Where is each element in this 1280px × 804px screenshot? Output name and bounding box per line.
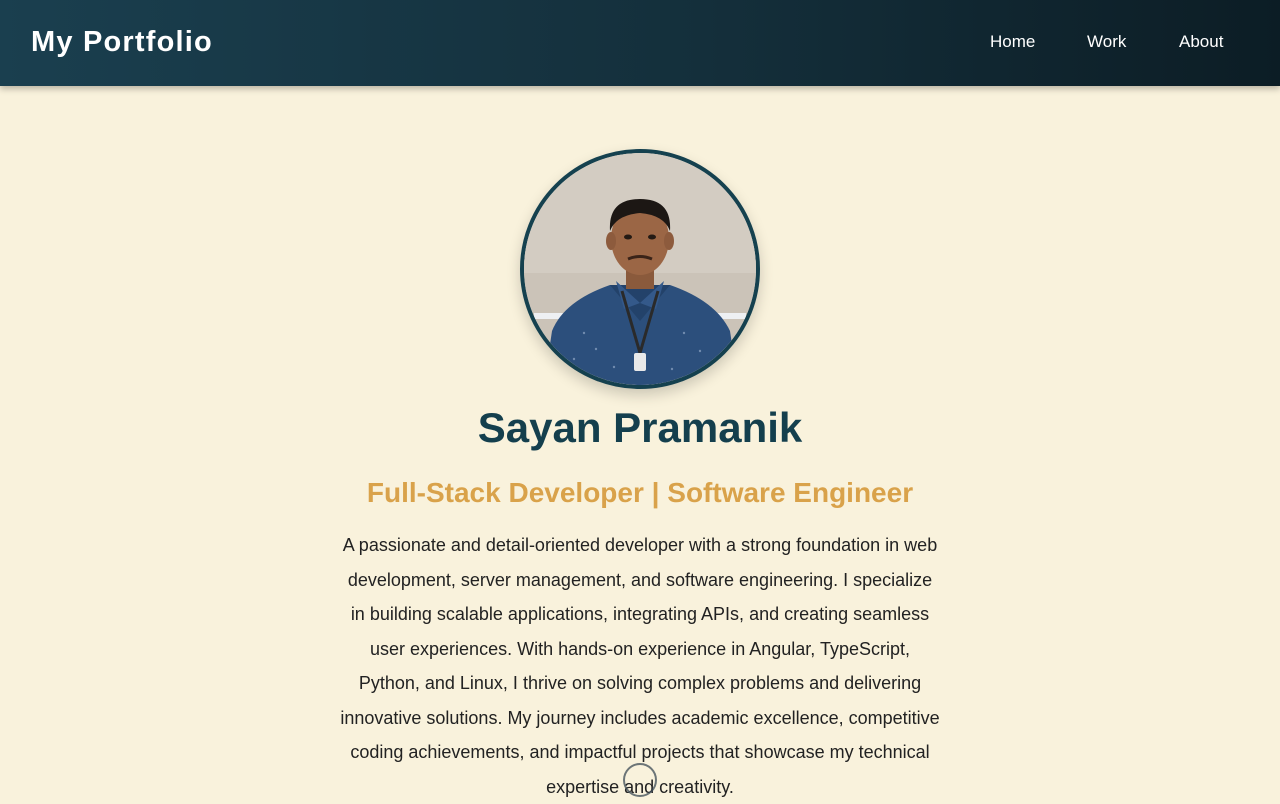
nav-link-about[interactable]: About [1179, 32, 1223, 52]
profile-title: Full-Stack Developer | Software Engineer [366, 477, 914, 508]
nav-link-work[interactable]: Work [1087, 32, 1126, 52]
profile-name: Sayan Pramanik [477, 404, 803, 451]
nav-link-home[interactable]: Home [990, 32, 1035, 52]
top-navbar: My Portfolio Home Work About [0, 0, 1280, 86]
profile-photo-illustration [524, 153, 756, 385]
main-nav: Home Work About [0, 32, 1280, 56]
profile-photo [520, 149, 760, 389]
scroll-indicator-icon[interactable] [623, 763, 657, 797]
